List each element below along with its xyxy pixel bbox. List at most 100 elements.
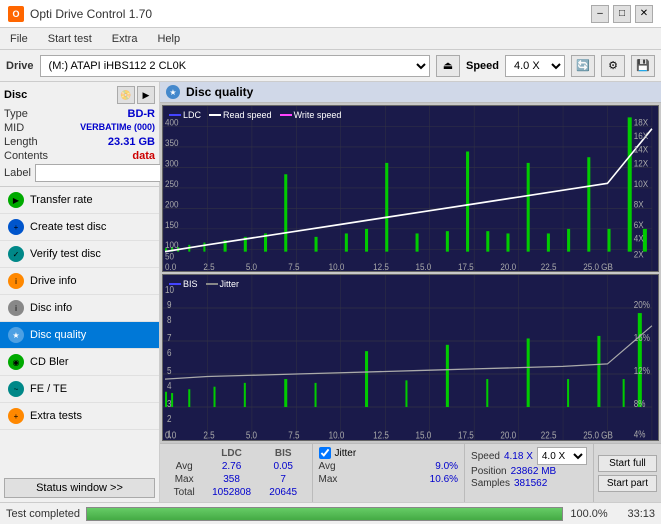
legend-label-jitter: Jitter [220,279,240,289]
stats-speed: Speed 4.18 X 4.0 X Position 23862 MB Sam… [465,444,594,502]
svg-text:0.0: 0.0 [165,261,176,271]
speed-current-value: 4.18 X [504,451,533,462]
svg-text:20.0: 20.0 [500,430,516,440]
disc-quality-header: ★ Disc quality [160,82,661,103]
disc-icon-1[interactable]: 📀 [117,86,135,104]
nav-item-cd-bler[interactable]: ◉ CD Bler [0,349,159,376]
nav-label-verify-test-disc: Verify test disc [30,248,101,260]
jitter-max-value: 10.6% [430,474,458,485]
stats-bis-header: BIS [261,447,306,460]
nav-icon-disc-quality: ★ [8,327,24,343]
menu-extra[interactable]: Extra [106,31,144,47]
svg-text:22.5: 22.5 [541,430,557,440]
svg-text:0.0: 0.0 [165,430,176,440]
svg-text:6X: 6X [634,219,644,230]
nav-item-disc-quality[interactable]: ★ Disc quality [0,322,159,349]
disc-length-label: Length [4,136,38,148]
progress-percent: 100.0% [569,508,609,520]
save-button[interactable]: 💾 [631,55,655,77]
svg-text:2X: 2X [634,249,644,260]
nav-icon-fe-te: ~ [8,381,24,397]
stats-ldc-header: LDC [202,447,261,460]
svg-text:50: 50 [165,251,174,262]
drive-select[interactable]: (M:) ATAPI iHBS112 2 CL0K [40,55,430,77]
nav-item-extra-tests[interactable]: + Extra tests [0,403,159,430]
svg-text:100: 100 [165,240,179,251]
app-title: Opti Drive Control 1.70 [30,7,152,21]
start-full-button[interactable]: Start full [598,455,657,472]
nav-item-create-test-disc[interactable]: + Create test disc [0,214,159,241]
disc-mid-value: VERBATIMe (000) [80,122,155,134]
svg-text:4X: 4X [634,233,644,244]
start-part-button[interactable]: Start part [598,475,657,492]
svg-text:5: 5 [167,365,171,376]
nav-item-transfer-rate[interactable]: ▶ Transfer rate [0,187,159,214]
legend-color-write [280,114,292,116]
svg-text:16X: 16X [634,131,649,142]
jitter-avg-label: Avg [319,461,336,472]
disc-title: Disc [4,89,27,101]
svg-text:4: 4 [167,380,171,391]
speed-dropdown[interactable]: 4.0 X [537,447,587,465]
svg-text:15.0: 15.0 [416,430,432,440]
stats-total-ldc: 1052808 [202,486,261,499]
refresh-button[interactable]: 🔄 [571,55,595,77]
disc-section: Disc 📀 ▶ Type BD-R MID VERBATIMe (000) L… [0,82,159,187]
disc-icons: 📀 ▶ [117,86,155,104]
svg-text:10X: 10X [634,178,649,189]
menu-help[interactable]: Help [151,31,186,47]
nav-item-disc-info[interactable]: i Disc info [0,295,159,322]
disc-type-label: Type [4,108,28,120]
nav-item-fe-te[interactable]: ~ FE / TE [0,376,159,403]
legend-color-read [209,114,221,116]
minimize-button[interactable]: – [591,5,609,23]
svg-text:3: 3 [167,398,171,409]
nav-icon-verify-test-disc: ✓ [8,246,24,262]
jitter-checkbox[interactable] [319,447,331,459]
nav-icon-transfer-rate: ▶ [8,192,24,208]
position-label: Position [471,466,507,477]
jitter-label: Jitter [335,448,357,459]
svg-text:10.0: 10.0 [329,261,345,271]
svg-text:10.0: 10.0 [329,430,345,440]
nav-label-extra-tests: Extra tests [30,410,82,422]
jitter-max-label: Max [319,474,338,485]
maximize-button[interactable]: □ [613,5,631,23]
speed-row: Speed 4.18 X 4.0 X [471,447,587,465]
nav-label-cd-bler: CD Bler [30,356,69,368]
stats-total-label: Total [166,486,202,499]
svg-text:14X: 14X [634,144,649,155]
disc-contents-label: Contents [4,150,48,162]
nav-label-transfer-rate: Transfer rate [30,194,93,206]
menu-file[interactable]: File [4,31,34,47]
title-bar-left: O Opti Drive Control 1.70 [8,6,152,22]
nav-icon-extra-tests: + [8,408,24,424]
speed-select[interactable]: 4.0 X [505,55,565,77]
svg-text:8: 8 [167,314,171,325]
svg-text:25.0 GB: 25.0 GB [583,261,613,271]
eject-button[interactable]: ⏏ [436,55,460,77]
nav-label-fe-te: FE / TE [30,383,67,395]
svg-text:7.5: 7.5 [288,430,299,440]
svg-text:15.0: 15.0 [416,261,432,271]
svg-text:4%: 4% [634,429,646,440]
stats-avg-label: Avg [166,460,202,473]
svg-text:7: 7 [167,332,171,343]
menu-start-test[interactable]: Start test [42,31,98,47]
stats-jitter: Jitter Avg 9.0% Max 10.6% [313,444,466,502]
nav-label-drive-info: Drive info [30,275,76,287]
disc-icon-2[interactable]: ▶ [137,86,155,104]
legend-color-ldc [169,114,181,116]
status-window-button[interactable]: Status window >> [4,478,155,498]
svg-text:12.5: 12.5 [373,261,389,271]
nav-item-drive-info[interactable]: i Drive info [0,268,159,295]
progress-bar-outer [86,507,563,521]
settings-button[interactable]: ⚙ [601,55,625,77]
stats-row: LDC BIS Avg 2.76 0.05 Max 358 7 Total [160,443,661,502]
close-button[interactable]: ✕ [635,5,653,23]
speed-label: Speed [466,60,499,72]
legend-jitter: Jitter [206,279,240,289]
svg-text:7.5: 7.5 [288,261,299,271]
nav-item-verify-test-disc[interactable]: ✓ Verify test disc [0,241,159,268]
svg-text:2.5: 2.5 [203,261,214,271]
